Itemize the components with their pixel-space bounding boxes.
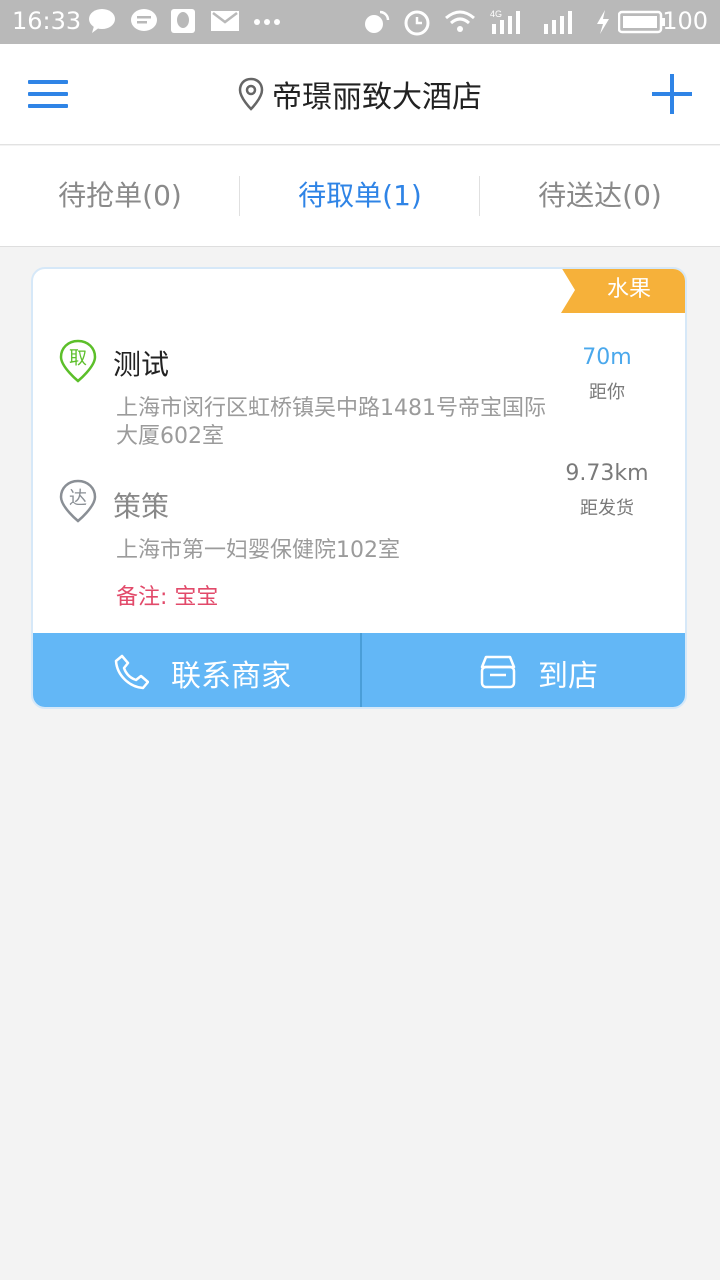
tab-pending-pickup[interactable]: 待取单(1) bbox=[240, 146, 480, 246]
charging-icon bbox=[597, 10, 609, 34]
order-tabs: 待抢单(0) 待取单(1) 待送达(0) bbox=[0, 146, 720, 247]
alarm-icon bbox=[404, 10, 430, 36]
delivery-name: 策策 bbox=[113, 490, 170, 523]
page-title: 帝璟丽致大酒店 bbox=[272, 80, 482, 115]
pickup-distance-label: 距你 bbox=[589, 382, 625, 403]
delivery-pin-icon: 达 bbox=[59, 479, 97, 523]
contact-merchant-button[interactable]: 联系商家 bbox=[33, 633, 360, 707]
card-actions: 联系商家 到店 bbox=[33, 633, 685, 707]
tab-pending-delivery[interactable]: 待送达(0) bbox=[480, 146, 720, 246]
qq-icon bbox=[171, 9, 195, 33]
svg-text:取: 取 bbox=[69, 348, 87, 369]
category-tag: 水果 bbox=[561, 269, 685, 313]
status-bar: 16:33 4G 100 bbox=[0, 0, 720, 44]
order-card[interactable]: 水果 取 测试 上海市闵行区虹桥镇吴中路1481号帝宝国际大厦602室 70m … bbox=[31, 267, 687, 709]
delivery-distance-label: 距发货 bbox=[580, 498, 634, 519]
satellite-icon bbox=[365, 10, 390, 33]
app-header: 帝璟丽致大酒店 bbox=[0, 44, 720, 145]
signal-icon bbox=[544, 11, 572, 34]
location-pin-icon bbox=[238, 77, 264, 111]
mail-icon bbox=[211, 11, 239, 31]
phone-icon bbox=[114, 654, 149, 690]
tab-pending-grab[interactable]: 待抢单(0) bbox=[0, 146, 240, 246]
battery-icon bbox=[618, 10, 665, 34]
pickup-pin-icon: 取 bbox=[59, 339, 97, 383]
arrive-store-label: 到店 bbox=[538, 659, 598, 694]
delivery-distance: 9.73km 距发货 bbox=[557, 461, 657, 520]
battery-percent: 100 bbox=[662, 7, 708, 35]
pickup-address: 上海市闵行区虹桥镇吴中路1481号帝宝国际大厦602室 bbox=[116, 396, 546, 449]
pickup-distance-value: 70m bbox=[582, 345, 632, 370]
arrive-store-button[interactable]: 到店 bbox=[362, 633, 685, 707]
svg-text:达: 达 bbox=[69, 488, 87, 509]
order-note: 备注: 宝宝 bbox=[116, 585, 219, 610]
pickup-name: 测试 bbox=[113, 348, 170, 381]
svg-text:4G: 4G bbox=[490, 9, 502, 19]
plus-icon[interactable] bbox=[652, 74, 692, 114]
header-title-group: 帝璟丽致大酒店 bbox=[0, 72, 720, 116]
more-dots-icon bbox=[254, 19, 280, 25]
contact-merchant-label: 联系商家 bbox=[171, 659, 291, 694]
delivery-distance-value: 9.73km bbox=[565, 461, 649, 486]
chat-bubble-icon bbox=[89, 9, 115, 33]
wifi-icon bbox=[445, 10, 475, 32]
status-time: 16:33 bbox=[12, 7, 82, 35]
pickup-distance: 70m 距你 bbox=[557, 345, 657, 404]
message-icon bbox=[131, 9, 157, 31]
delivery-address: 上海市第一妇婴保健院102室 bbox=[116, 538, 400, 563]
signal-4g-icon: 4G bbox=[490, 9, 520, 34]
store-icon bbox=[480, 655, 516, 689]
